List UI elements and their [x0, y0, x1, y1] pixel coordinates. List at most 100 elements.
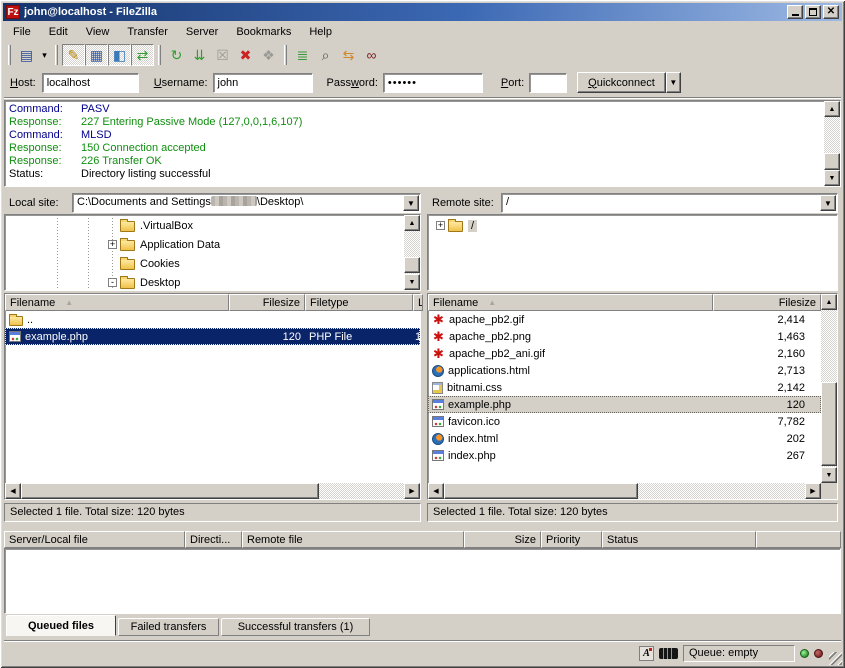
combo-dropdown-icon[interactable]: ▼ [403, 195, 419, 211]
minimize-button[interactable] [787, 5, 803, 19]
host-label: Host: [10, 77, 36, 89]
username-input[interactable]: john [213, 73, 313, 93]
tree-item-root[interactable]: + / [433, 216, 477, 235]
toggle-queue-button[interactable]: ⇄ [131, 44, 154, 66]
menu-view[interactable]: View [77, 24, 119, 40]
scroll-left-icon[interactable]: ◀ [428, 483, 444, 499]
title-bar[interactable]: Fz john@localhost - FileZilla ✕ [3, 3, 842, 21]
scroll-up-icon[interactable]: ▲ [824, 101, 840, 117]
quickconnect-dropdown-button[interactable]: ▼ [666, 72, 681, 93]
sync-browsing-button[interactable]: ⇆ [337, 44, 360, 66]
search-button[interactable]: ∞ [360, 44, 383, 66]
scroll-up-icon[interactable]: ▲ [404, 215, 420, 231]
local-list-hscrollbar[interactable]: ◀ ▶ [5, 483, 420, 499]
expand-plus-icon[interactable]: + [436, 221, 445, 230]
directory-comparison-button[interactable]: ≣ [291, 44, 314, 66]
scroll-down-icon[interactable]: ▼ [821, 467, 837, 483]
remote-list-hscrollbar[interactable]: ◀ ▶ [428, 483, 821, 499]
scroll-left-icon[interactable]: ◀ [5, 483, 21, 499]
column-header-filetype[interactable]: Filetype [305, 294, 413, 311]
file-row-parent[interactable]: .. [5, 311, 420, 328]
column-header-server-local-file[interactable]: Server/Local file [4, 531, 185, 548]
process-queue-button[interactable]: ⇊ [188, 44, 211, 66]
password-input[interactable]: •••••• [383, 73, 483, 93]
column-header-status[interactable]: Status [602, 531, 756, 548]
file-row[interactable]: ✱apache_pb2.png1,463 [428, 328, 821, 345]
refresh-button[interactable]: ↻ [165, 44, 188, 66]
tab-failed-transfers[interactable]: Failed transfers [118, 618, 219, 636]
expand-plus-icon[interactable]: + [108, 240, 117, 249]
scroll-thumb[interactable] [821, 382, 837, 466]
combo-dropdown-icon[interactable]: ▼ [820, 195, 836, 211]
file-row[interactable]: favicon.ico7,782 [428, 413, 821, 430]
file-row[interactable]: ✱apache_pb2_ani.gif2,160 [428, 345, 821, 362]
datatype-ascii-icon[interactable]: A [639, 646, 654, 661]
tree-item-application-data[interactable]: + Application Data [105, 235, 220, 254]
disconnect-button[interactable]: ✖ [234, 44, 257, 66]
remote-list-vscrollbar[interactable]: ▲ ▼ [821, 294, 837, 483]
scroll-up-icon[interactable]: ▲ [821, 294, 837, 310]
process-queue-icon: ⇊ [194, 48, 206, 62]
file-row[interactable]: bitnami.css2,142 [428, 379, 821, 396]
column-header-priority[interactable]: Priority [541, 531, 602, 548]
scroll-right-icon[interactable]: ▶ [805, 483, 821, 499]
file-row-example-php[interactable]: example.php120 [428, 396, 821, 413]
menu-server[interactable]: Server [177, 24, 227, 40]
scroll-down-icon[interactable]: ▼ [404, 274, 420, 290]
column-header-filesize[interactable]: Filesize [229, 294, 305, 311]
file-row[interactable]: applications.html2,713 [428, 362, 821, 379]
scroll-down-icon[interactable]: ▼ [824, 170, 840, 186]
file-row-example-php[interactable]: example.php 120 PHP File 1 [5, 328, 420, 345]
close-button[interactable]: ✕ [823, 5, 839, 19]
file-row[interactable]: ✱apache_pb2.gif2,414 [428, 311, 821, 328]
column-header-direction[interactable]: Directi... [185, 531, 242, 548]
scroll-thumb[interactable] [824, 153, 840, 170]
file-row[interactable]: index.html202 [428, 430, 821, 447]
queue-list[interactable] [4, 548, 841, 614]
app-icon[interactable]: Fz [6, 5, 20, 19]
site-manager-dropdown-button[interactable]: ▾ [38, 44, 51, 66]
column-header-filesize[interactable]: Filesize [713, 294, 821, 311]
toggle-local-tree-button[interactable]: ▦ [85, 44, 108, 66]
column-header-size[interactable]: Size [464, 531, 541, 548]
column-header-remote-file[interactable]: Remote file [242, 531, 464, 548]
toggle-remote-tree-button[interactable]: ◧ [108, 44, 131, 66]
menu-bookmarks[interactable]: Bookmarks [227, 24, 300, 40]
menu-edit[interactable]: Edit [40, 24, 77, 40]
tree-item-desktop[interactable]: - Desktop [105, 273, 180, 292]
remote-status-text: Selected 1 file. Total size: 120 bytes [427, 503, 838, 522]
scroll-right-icon[interactable]: ▶ [404, 483, 420, 499]
menu-file[interactable]: File [4, 24, 40, 40]
maximize-button[interactable] [805, 5, 821, 19]
reconnect-button[interactable]: ❖ [257, 44, 280, 66]
resize-grip[interactable] [829, 652, 842, 665]
find-files-button[interactable]: ⌕ [314, 44, 337, 66]
collapse-minus-icon[interactable]: - [108, 278, 117, 287]
scroll-thumb[interactable] [444, 483, 638, 499]
tab-queued-files[interactable]: Queued files [6, 615, 116, 636]
scroll-thumb[interactable] [21, 483, 319, 499]
local-tree-scrollbar[interactable]: ▲ ▼ [404, 215, 420, 290]
column-header-filename[interactable]: Filename▲ [428, 294, 713, 311]
local-path-combobox[interactable]: C:\Documents and Settings\Desktop\ ▼ [72, 193, 421, 213]
column-header-filename[interactable]: Filename▲ [5, 294, 229, 311]
remote-path-combobox[interactable]: / ▼ [501, 193, 838, 213]
local-file-list: Filename▲ Filesize Filetype L .. example… [4, 293, 421, 500]
host-input[interactable]: localhost [42, 73, 139, 93]
column-header-lastmodified[interactable]: L [413, 294, 423, 311]
tab-successful-transfers[interactable]: Successful transfers (1) [221, 618, 370, 636]
log-scrollbar[interactable]: ▲ ▼ [824, 101, 840, 186]
file-row[interactable]: index.php267 [428, 447, 821, 464]
scroll-thumb[interactable] [404, 257, 420, 273]
site-manager-button[interactable]: ▤ [15, 44, 38, 66]
tree-item-virtualbox[interactable]: .VirtualBox [105, 216, 193, 235]
menu-help[interactable]: Help [300, 24, 341, 40]
speed-limit-icon[interactable] [659, 648, 678, 659]
quickconnect-button[interactable]: Quickconnect [577, 72, 666, 93]
toggle-message-log-button[interactable]: ✎ [62, 44, 85, 66]
cancel-button[interactable]: ☒ [211, 44, 234, 66]
menu-transfer[interactable]: Transfer [118, 24, 177, 40]
port-input[interactable] [529, 73, 567, 93]
image-file-icon: ✱ [432, 314, 445, 326]
tree-item-cookies[interactable]: Cookies [105, 254, 180, 273]
